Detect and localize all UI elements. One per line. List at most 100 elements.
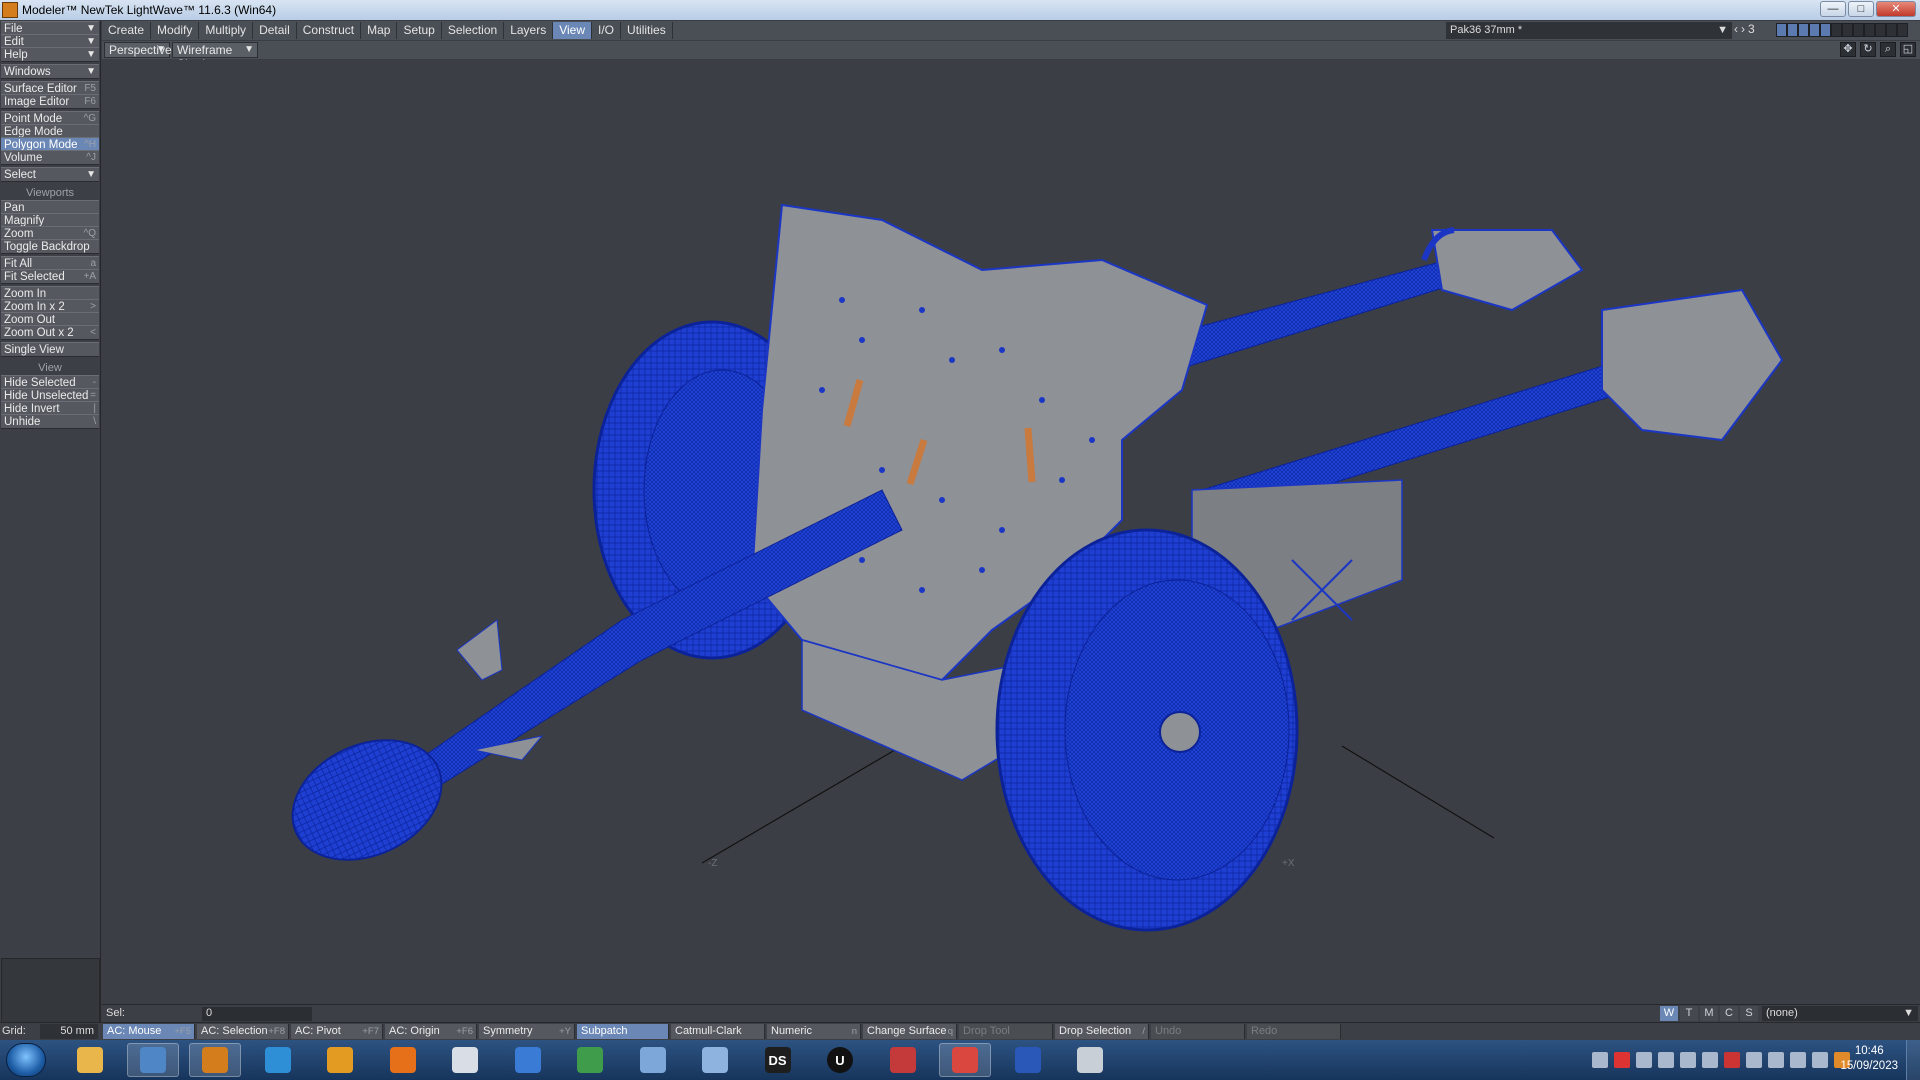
tab-setup[interactable]: Setup <box>397 22 442 39</box>
minimize-button[interactable]: — <box>1820 1 1846 17</box>
tab-view[interactable]: View <box>553 22 593 39</box>
taskbar-app-lightwave-hub[interactable] <box>252 1043 304 1077</box>
tray-app-icon[interactable] <box>1592 1052 1608 1068</box>
tab-i-o[interactable]: I/O <box>592 22 622 39</box>
help-menu[interactable]: Help ▼ <box>1 47 99 62</box>
ac-selection-button[interactable]: AC: Selection +F8 <box>197 1024 289 1039</box>
tab-map[interactable]: Map <box>361 22 398 39</box>
map-mode-tab[interactable]: T <box>1680 1006 1698 1021</box>
volume-icon[interactable] <box>1812 1052 1828 1068</box>
tray-app-icon[interactable] <box>1746 1052 1762 1068</box>
layer-button[interactable] <box>1864 23 1875 37</box>
tab-layers[interactable]: Layers <box>504 22 554 39</box>
select-menu[interactable]: Select ▼ <box>1 167 99 182</box>
taskbar-app-calculator[interactable] <box>689 1043 741 1077</box>
catmull-clark-button[interactable]: Catmull-Clark <box>671 1024 765 1039</box>
undo-button[interactable]: Undo <box>1151 1024 1245 1039</box>
tab-create[interactable]: Create <box>102 22 152 39</box>
tab-selection[interactable]: Selection <box>442 22 505 39</box>
taskbar-app-daz-studio[interactable]: DS <box>752 1043 804 1077</box>
taskbar-app-firefox[interactable] <box>377 1043 429 1077</box>
map-mode-tab[interactable]: C <box>1720 1006 1738 1021</box>
zoom-view-icon[interactable]: ⌕ <box>1880 42 1896 57</box>
projection-select[interactable]: Perspective ▼ <box>104 42 172 58</box>
close-button[interactable]: ✕ <box>1876 1 1916 17</box>
subpatch-button[interactable]: Subpatch <box>577 1024 669 1039</box>
layer-button[interactable] <box>1897 23 1908 37</box>
tray-app-icon[interactable] <box>1636 1052 1652 1068</box>
tab-detail[interactable]: Detail <box>253 22 297 39</box>
windows-menu[interactable]: Windows ▼ <box>1 64 99 79</box>
layer-button[interactable] <box>1776 23 1787 37</box>
single-view-button[interactable]: Single View <box>1 342 99 357</box>
tray-app-icon[interactable] <box>1702 1052 1718 1068</box>
layer-button[interactable] <box>1853 23 1864 37</box>
x-axis-line <box>1341 745 1495 839</box>
flag-icon[interactable] <box>1768 1052 1784 1068</box>
rotate-view-icon[interactable]: ↻ <box>1860 42 1876 57</box>
vertex-map-select[interactable]: (none) ▼ <box>1762 1006 1918 1021</box>
move-view-icon[interactable]: ✥ <box>1840 42 1856 57</box>
tab-modify[interactable]: Modify <box>151 22 200 39</box>
image-viewer-icon <box>139 1047 166 1073</box>
drop-selection-button[interactable]: Drop Selection / <box>1055 1024 1149 1039</box>
maximize-button[interactable]: □ <box>1848 1 1874 17</box>
show-desktop-button[interactable] <box>1906 1040 1920 1080</box>
next-layer-icon[interactable]: › <box>1741 22 1745 36</box>
tray-app-icon[interactable] <box>1658 1052 1674 1068</box>
change-surface-button[interactable]: Change Surface q <box>863 1024 957 1039</box>
taskbar-app-unreal[interactable]: U <box>814 1043 866 1077</box>
taskbar-app-notepad[interactable] <box>439 1043 491 1077</box>
layer-button[interactable] <box>1820 23 1831 37</box>
perspective-viewport[interactable]: -Z +X <box>102 60 1920 1004</box>
tab-multiply[interactable]: Multiply <box>199 22 254 39</box>
layer-button[interactable] <box>1875 23 1886 37</box>
taskbar-app-thunderbird[interactable] <box>502 1043 554 1077</box>
redo-button[interactable]: Redo <box>1247 1024 1341 1039</box>
layer-button[interactable] <box>1886 23 1897 37</box>
network-icon[interactable] <box>1790 1052 1806 1068</box>
taskbar-app-chrome[interactable] <box>939 1043 991 1077</box>
start-button[interactable] <box>6 1043 46 1077</box>
tab-utilities[interactable]: Utilities <box>621 22 673 39</box>
document-select[interactable]: Pak36 37mm * ▼ <box>1446 22 1732 39</box>
taskbar-app-unknown-app[interactable] <box>877 1043 929 1077</box>
layer-button[interactable] <box>1809 23 1820 37</box>
ac-pivot-button[interactable]: AC: Pivot +F7 <box>291 1024 383 1039</box>
volume-mode-button[interactable]: Volume ^J <box>1 150 99 165</box>
previous-layer-icon[interactable]: ‹ <box>1734 22 1738 36</box>
map-mode-tab[interactable]: W <box>1660 1006 1678 1021</box>
clock[interactable]: 10:46 15/09/2023 <box>1840 1044 1898 1074</box>
taskbar-app-image-viewer[interactable] <box>126 1043 179 1077</box>
ac-mouse-button[interactable]: AC: Mouse +F5 <box>103 1024 195 1039</box>
map-mode-tab[interactable]: S <box>1740 1006 1758 1021</box>
unhide-button[interactable]: Unhide \ <box>1 414 99 429</box>
tab-construct[interactable]: Construct <box>297 22 362 39</box>
numeric-button[interactable]: Numeric n <box>767 1024 861 1039</box>
symmetry-button[interactable]: Symmetry +Y <box>479 1024 575 1039</box>
thunderbird-icon <box>514 1047 541 1073</box>
taskbar-app-paint[interactable] <box>1064 1043 1116 1077</box>
tray-app-icon[interactable] <box>1680 1052 1696 1068</box>
layer-button[interactable] <box>1842 23 1853 37</box>
taskbar-app-monitor[interactable] <box>564 1043 616 1077</box>
tray-app-icon[interactable] <box>1614 1052 1630 1068</box>
layer-button[interactable] <box>1831 23 1842 37</box>
zoom-out-x2-button[interactable]: Zoom Out x 2 < <box>1 325 99 340</box>
taskbar-app-lightwave-layout[interactable] <box>314 1043 366 1077</box>
drop-tool-button[interactable]: Drop Tool <box>959 1024 1053 1039</box>
layer-button[interactable] <box>1787 23 1798 37</box>
maximize-viewport-icon[interactable]: ◱ <box>1900 42 1916 57</box>
fit-selected-button[interactable]: Fit Selected +A <box>1 269 99 284</box>
taskbar-app-envelope[interactable] <box>627 1043 679 1077</box>
ac-origin-button[interactable]: AC: Origin +F6 <box>385 1024 477 1039</box>
shading-select[interactable]: Wireframe Shade▼ <box>172 42 258 71</box>
layer-button[interactable] <box>1798 23 1809 37</box>
taskbar-app-explorer[interactable] <box>64 1043 116 1077</box>
tray-app-icon[interactable] <box>1724 1052 1740 1068</box>
toggle-backdrop-button[interactable]: Toggle Backdrop <box>1 239 99 254</box>
taskbar-app-lightwave-modeler[interactable] <box>189 1043 241 1077</box>
image-editor-button[interactable]: Image Editor F6 <box>1 94 99 109</box>
taskbar-app-flag-app[interactable] <box>1002 1043 1054 1077</box>
map-mode-tab[interactable]: M <box>1700 1006 1718 1021</box>
